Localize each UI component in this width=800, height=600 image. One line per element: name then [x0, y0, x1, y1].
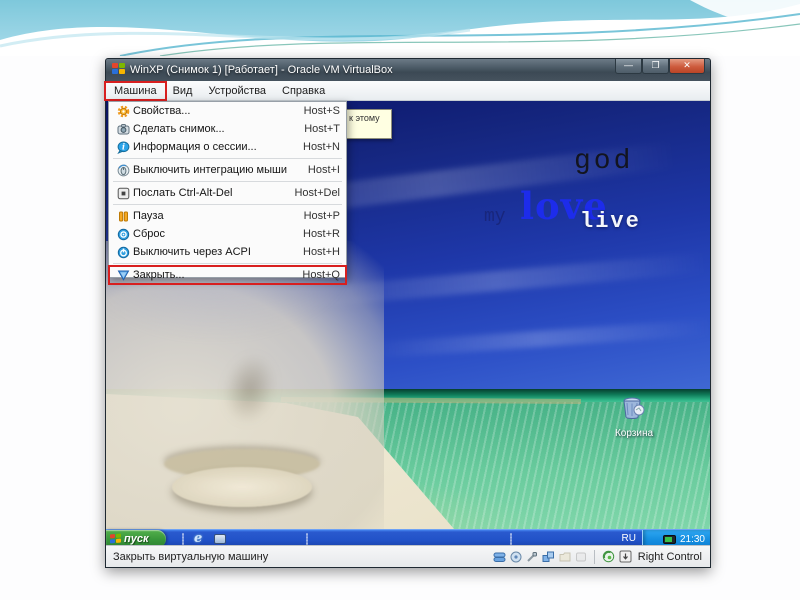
recycle-bin-label: Корзина	[614, 428, 654, 439]
menu-item-acpi-shutdown[interactable]: Выключить через ACPI Host+H	[109, 243, 346, 261]
close-button[interactable]: ✕	[669, 59, 705, 74]
menu-item-session-information[interactable]: i Информация о сессии... Host+N	[109, 138, 346, 156]
wallpaper-word-my: my	[484, 207, 506, 227]
close-vm-icon	[113, 269, 133, 282]
reset-icon	[113, 228, 133, 241]
session-info-icon: i	[113, 141, 133, 154]
shared-folders-icon[interactable]	[559, 551, 571, 563]
wallpaper-word-live: live	[580, 209, 641, 234]
statusbar-text: Закрыть виртуальную машину	[113, 550, 269, 563]
mouse-integration-icon	[113, 164, 133, 177]
menu-separator	[113, 181, 342, 182]
menu-devices[interactable]: Устройства	[200, 83, 274, 99]
network-icon[interactable]	[542, 551, 555, 563]
window-title: WinXP (Снимок 1) [Работает] - Oracle VM …	[130, 64, 393, 76]
menu-bar: Машина Вид Устройства Справка	[104, 80, 710, 101]
acpi-icon	[113, 246, 133, 259]
machine-menu-popup: Свойства... Host+S Сделать снимок... Hos…	[108, 101, 347, 285]
show-desktop-icon[interactable]	[214, 534, 226, 544]
desktop-icon-recycle-bin[interactable]: Корзина	[602, 394, 666, 439]
ctrl-alt-del-icon	[113, 187, 133, 200]
menu-help[interactable]: Справка	[274, 83, 333, 99]
menu-item-close[interactable]: Закрыть... Host+Q	[108, 265, 347, 285]
menu-separator	[113, 263, 342, 264]
gear-icon	[113, 105, 133, 118]
svg-text:i: i	[121, 141, 124, 151]
internet-explorer-icon[interactable]: e	[194, 532, 208, 546]
menu-item-take-snapshot[interactable]: Сделать снимок... Host+T	[109, 120, 346, 138]
start-button-label: пуск	[124, 533, 149, 545]
slide-wave-decoration	[0, 0, 800, 56]
presentation-slide: WinXP (Снимок 1) [Работает] - Oracle VM …	[0, 0, 800, 600]
mouse-capture-icon[interactable]	[602, 550, 615, 563]
virtualization-icon[interactable]	[575, 551, 587, 563]
menu-item-reset[interactable]: Сброс Host+R	[109, 225, 346, 243]
camera-icon	[113, 123, 133, 136]
menu-machine[interactable]: Машина	[104, 80, 167, 101]
menu-separator	[113, 158, 342, 159]
recycle-bin-icon	[623, 397, 645, 419]
hostkey-state-icon[interactable]	[619, 550, 632, 563]
menu-view[interactable]: Вид	[165, 83, 201, 99]
menu-item-disable-mouse-integration[interactable]: Выключить интеграцию мыши Host+I	[109, 161, 346, 179]
tooltip-text: к этому	[349, 113, 380, 123]
menu-separator	[113, 204, 342, 205]
menu-item-pause[interactable]: Пауза Host+P	[109, 207, 346, 225]
virtualbox-window: WinXP (Снимок 1) [Работает] - Oracle VM …	[104, 58, 711, 568]
hostkey-label: Right Control	[637, 550, 702, 563]
language-indicator[interactable]: RU	[622, 533, 636, 544]
cd-icon[interactable]	[510, 551, 522, 563]
window-titlebar[interactable]: WinXP (Снимок 1) [Работает] - Oracle VM …	[106, 59, 710, 81]
guest-os-icon	[112, 63, 126, 77]
menu-item-send-ctrl-alt-del[interactable]: Послать Ctrl-Alt-Del Host+Del	[109, 184, 346, 202]
minimize-button[interactable]: —	[615, 59, 642, 74]
maximize-button[interactable]: ❐	[642, 59, 669, 74]
battery-icon[interactable]	[662, 534, 676, 544]
vbox-statusbar: Закрыть виртуальную машину Right Control	[106, 545, 710, 567]
tray-clock[interactable]: 21:30	[680, 534, 705, 545]
hdd-icon[interactable]	[493, 551, 506, 563]
wallpaper-word-god: god	[574, 146, 634, 177]
pause-icon	[113, 210, 133, 223]
windows-flag-icon	[110, 533, 121, 545]
usb-icon[interactable]	[526, 551, 538, 563]
menu-item-settings[interactable]: Свойства... Host+S	[109, 102, 346, 120]
